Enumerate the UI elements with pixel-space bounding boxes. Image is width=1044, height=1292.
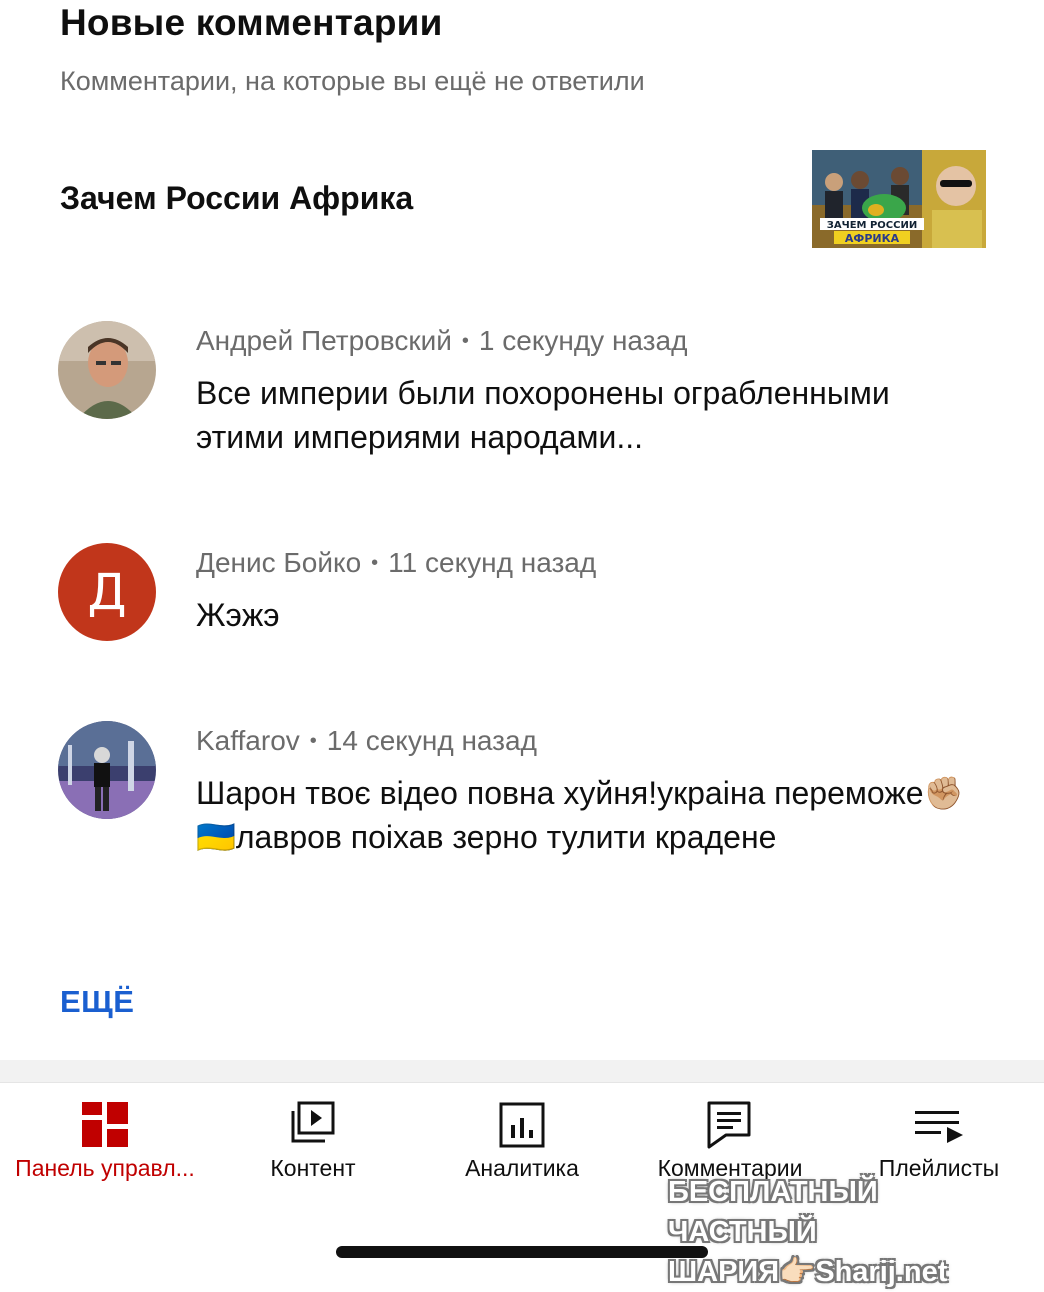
avatar[interactable]: [58, 721, 156, 819]
page-title: Новые комментарии: [60, 2, 443, 43]
comment-author[interactable]: Kaffarov: [196, 725, 300, 756]
dashboard-icon: [82, 1102, 128, 1147]
comment-time: 14 секунд назад: [326, 725, 537, 756]
watermark-line1: БЕСПЛАТНЫЙ ЧАСТНЫЙ: [668, 1176, 878, 1248]
comment-time: 1 секунду назад: [478, 325, 688, 356]
thumbnail-caption-line1: ЗАЧЕМ РОССИИ: [827, 220, 917, 231]
tab-label: Панель управл...: [15, 1155, 195, 1181]
analytics-icon: [499, 1102, 545, 1148]
separator-dot: •: [371, 552, 379, 574]
comment-author[interactable]: Андрей Петровский: [196, 325, 452, 356]
separator-dot: •: [309, 730, 317, 752]
comment-text: Все империи были похоронены ограбленными…: [196, 375, 890, 455]
comment-text: Шарон твоє відео повна хуйня!украіна пер…: [196, 775, 964, 855]
tab-label: Контент: [270, 1155, 356, 1181]
video-title[interactable]: Зачем России Африка: [60, 180, 413, 217]
tab-analytics[interactable]: Аналитика: [417, 1083, 627, 1193]
tab-label: Аналитика: [465, 1155, 579, 1181]
comment-author[interactable]: Денис Бойко: [196, 547, 361, 578]
more-button[interactable]: ЕЩЁ: [60, 984, 135, 1020]
page-subtitle: Комментарии, на которые вы ещё не ответи…: [60, 66, 645, 96]
separator-dot: •: [461, 330, 469, 352]
avatar[interactable]: [58, 321, 156, 419]
comments-icon: [707, 1101, 751, 1149]
video-row[interactable]: Зачем России Африка ЗАЧЕМ РОССИИ АФРИКА: [60, 150, 986, 248]
thumbnail-caption-line2: АФРИКА: [845, 232, 900, 245]
comment-time: 11 секунд назад: [388, 547, 597, 578]
watermark: БЕСПЛАТНЫЙ ЧАСТНЫЙ ШАРИЯ👉🏻Sharij.net: [668, 1172, 1028, 1292]
video-thumbnail[interactable]: ЗАЧЕМ РОССИИ АФРИКА: [812, 150, 986, 248]
avatar[interactable]: Д: [58, 543, 156, 641]
tab-dashboard[interactable]: Панель управл...: [0, 1083, 210, 1193]
section-divider: [0, 1060, 1044, 1083]
home-indicator[interactable]: [336, 1246, 708, 1258]
tab-content[interactable]: Контент: [208, 1083, 418, 1193]
content-icon: [291, 1101, 335, 1143]
comment-text: Жэжэ: [196, 597, 280, 633]
playlists-icon: [915, 1111, 963, 1143]
watermark-line2: ШАРИЯ👉🏻Sharij.net: [668, 1256, 948, 1288]
avatar-letter: Д: [87, 563, 127, 621]
